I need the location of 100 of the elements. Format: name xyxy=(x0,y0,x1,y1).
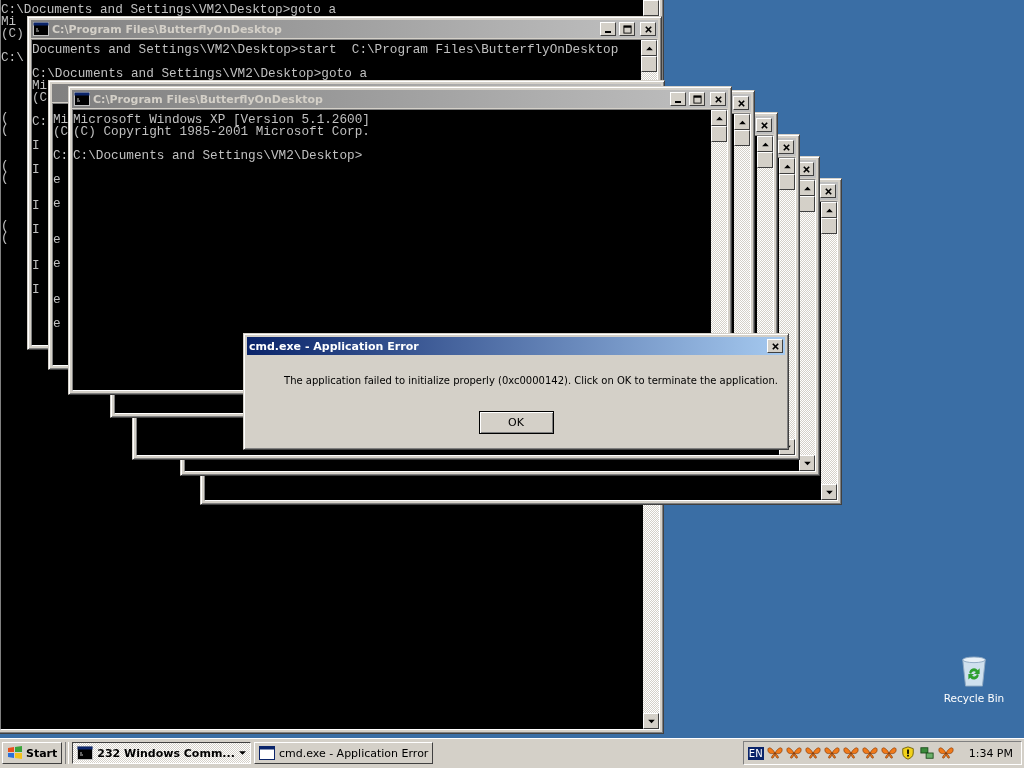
window-title: C:\Program Files\ButterflyOnDesktop xyxy=(93,92,323,106)
console-line: I xyxy=(32,198,40,213)
console-icon xyxy=(33,22,49,36)
scroll-up-button[interactable] xyxy=(757,136,773,152)
console-line: e xyxy=(53,316,61,331)
console-icon xyxy=(74,92,90,106)
window-title: C:\Program Files\ButterflyOnDesktop xyxy=(52,22,282,36)
maximize-icon xyxy=(692,94,702,104)
close-icon xyxy=(770,341,780,351)
butterfly-icon[interactable] xyxy=(861,746,878,760)
scroll-down-button[interactable] xyxy=(799,455,815,471)
up-arrow-icon xyxy=(783,163,791,169)
console-line: ( xyxy=(1,218,9,233)
console-line: I xyxy=(32,162,40,177)
maximize-icon xyxy=(622,24,632,34)
scroll-down-button[interactable] xyxy=(643,713,659,729)
console-line: I xyxy=(32,258,40,273)
close-button[interactable] xyxy=(820,184,836,198)
console-line: Mi xyxy=(53,112,69,127)
minimize-icon xyxy=(605,31,611,33)
close-button[interactable] xyxy=(767,339,783,353)
start-button[interactable]: Start xyxy=(2,742,63,764)
close-icon xyxy=(713,94,723,104)
console-line: e xyxy=(53,232,61,247)
scroll-thumb[interactable] xyxy=(757,152,773,168)
console-line: e xyxy=(53,172,61,187)
dialog-title: cmd.exe - Application Error xyxy=(249,339,419,353)
language-indicator[interactable]: EN xyxy=(747,746,764,760)
recycle-bin-icon[interactable] xyxy=(959,656,989,688)
console-line: e xyxy=(53,292,61,307)
close-button[interactable] xyxy=(710,92,726,106)
close-icon xyxy=(781,142,791,152)
butterfly-icon[interactable] xyxy=(823,746,840,760)
scroll-thumb[interactable] xyxy=(779,174,795,190)
clock[interactable]: 1:34 PM xyxy=(968,746,1013,760)
butterfly-icon[interactable] xyxy=(785,746,802,760)
windows-flag-icon xyxy=(7,746,23,760)
scroll-thumb[interactable] xyxy=(643,0,659,16)
butterfly-icon[interactable] xyxy=(804,746,821,760)
close-icon xyxy=(823,186,833,196)
minimize-button[interactable] xyxy=(670,92,686,106)
console-line: C:\Documents and Settings\VM2\Desktop> xyxy=(73,148,363,163)
up-arrow-icon xyxy=(715,115,723,121)
console-line: C: xyxy=(32,114,48,129)
minimize-icon xyxy=(675,101,681,103)
butterfly-icon[interactable] xyxy=(766,746,783,760)
close-button[interactable] xyxy=(640,22,656,36)
network-icon[interactable] xyxy=(918,746,935,760)
butterfly-icon[interactable] xyxy=(842,746,859,760)
up-arrow-icon xyxy=(761,141,769,147)
console-line: (C xyxy=(53,124,69,139)
up-arrow-icon xyxy=(803,185,811,191)
console-line: C: xyxy=(53,148,69,163)
down-arrow-icon xyxy=(825,489,833,495)
console-line: Mi xyxy=(32,78,48,93)
scroll-up-button[interactable] xyxy=(641,40,657,56)
maximize-button[interactable] xyxy=(619,22,635,36)
console-line: ( xyxy=(1,110,9,125)
scroll-up-button[interactable] xyxy=(779,158,795,174)
console-line: I xyxy=(32,282,40,297)
close-button[interactable] xyxy=(733,96,749,110)
scroll-thumb[interactable] xyxy=(641,56,657,72)
scrollbar[interactable] xyxy=(821,202,837,500)
console-line: Documents and Settings\VM2\Desktop>start C:\Program Files\ButterflyOnDesktop xyxy=(32,42,619,57)
butterfly-icon[interactable] xyxy=(937,746,954,760)
scroll-up-button[interactable] xyxy=(711,110,727,126)
scroll-up-button[interactable] xyxy=(734,114,750,130)
console-line: C:\Documents and Settings\VM2\Desktop>goto a xyxy=(1,2,336,17)
close-button[interactable] xyxy=(756,118,772,132)
console-icon xyxy=(77,746,94,760)
ok-button[interactable]: OK xyxy=(478,411,554,434)
minimize-button[interactable] xyxy=(600,22,616,36)
console-line: e xyxy=(53,256,61,271)
error-message: The application failed to initialize properly (0xc0000142). Click on OK to terminate the application. xyxy=(283,375,778,386)
console-line: I xyxy=(32,222,40,237)
down-arrow-icon xyxy=(803,460,811,466)
console-line: Mi xyxy=(1,14,17,29)
close-button[interactable] xyxy=(778,140,794,154)
maximize-button[interactable] xyxy=(689,92,705,106)
close-icon xyxy=(801,164,811,174)
scroll-up-button[interactable] xyxy=(821,202,837,218)
console-line: I xyxy=(32,138,40,153)
scroll-down-button[interactable] xyxy=(821,484,837,500)
icon-label[interactable]: Recycle Bin xyxy=(943,692,1005,704)
scroll-thumb[interactable] xyxy=(734,130,750,146)
console-line: C:\ xyxy=(1,50,24,65)
console-line: e xyxy=(53,196,61,211)
console-line: Microsoft Windows XP [Version 5.1.2600] xyxy=(73,112,370,127)
scroll-thumb[interactable] xyxy=(821,218,837,234)
up-arrow-icon xyxy=(738,119,746,125)
shield-icon[interactable] xyxy=(899,746,916,760)
taskbar-button[interactable]: 232 Windows Comm... xyxy=(72,742,251,764)
taskbar-button[interactable]: cmd.exe - Application Error xyxy=(253,742,434,764)
close-icon xyxy=(759,120,769,130)
console-line: (C xyxy=(32,90,48,105)
console-line: ( xyxy=(1,158,9,173)
close-icon xyxy=(736,98,746,108)
console-line: (C) xyxy=(1,26,24,41)
up-arrow-icon xyxy=(825,207,833,213)
scroll-thumb[interactable] xyxy=(711,126,727,142)
